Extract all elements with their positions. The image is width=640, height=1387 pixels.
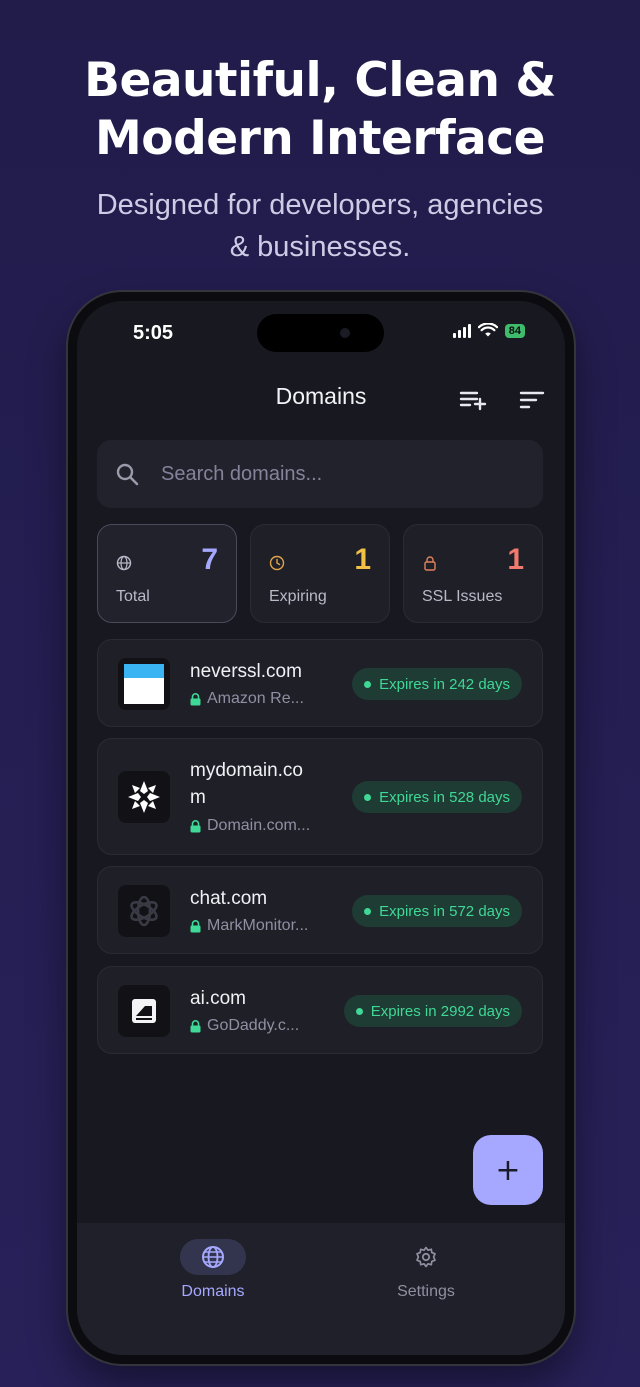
battery-indicator: 84	[504, 323, 525, 338]
hero-title: Beautiful, Clean & Modern Interface	[0, 52, 640, 168]
registrar-name: Domain.com...	[207, 817, 311, 834]
globe-icon	[202, 1246, 224, 1268]
tab-bar: Domains Settings	[77, 1223, 565, 1355]
search-input[interactable]	[161, 458, 521, 490]
plus-icon: +	[495, 1152, 521, 1188]
neverssl-logo-icon	[124, 664, 164, 704]
domain-card[interactable]: ai.com GoDaddy.c... Expires in 2992 days	[97, 966, 543, 1054]
ai-logo-icon	[132, 999, 156, 1023]
stat-card-expiring[interactable]: 1 Expiring	[250, 524, 390, 623]
wifi-icon	[477, 323, 498, 337]
domain-logo	[118, 771, 170, 823]
status-badge: Expires in 242 days	[352, 668, 522, 700]
openai-logo-icon	[130, 895, 158, 927]
status-badge-text: Expires in 242 days	[379, 675, 510, 693]
domain-registrar: MarkMonitor...	[190, 917, 308, 935]
lock-icon	[190, 1019, 201, 1032]
app-screen: 5:05 84 Domains Search domains... 7 Tota…	[77, 301, 565, 1355]
status-badge: Expires in 2992 days	[343, 995, 522, 1027]
stat-card-total[interactable]: 7 Total	[97, 524, 237, 623]
hero-title-line-1: Beautiful, Clean &	[84, 53, 556, 108]
lock-icon	[190, 919, 201, 932]
domain-card[interactable]: neverssl.com Amazon Re... Expires in 242…	[97, 639, 543, 727]
search-icon	[116, 463, 139, 486]
stat-label-ssl-issues: SSL Issues	[422, 588, 503, 605]
status-badge-text: Expires in 572 days	[379, 902, 510, 920]
hero-subtitle-line-2: & businesses.	[229, 231, 411, 263]
domain-name-line-2: m	[190, 787, 206, 808]
add-domain-button[interactable]: +	[473, 1135, 543, 1205]
registrar-name: Amazon Re...	[207, 690, 304, 707]
domain-registrar: Domain.com...	[190, 817, 310, 835]
clock-icon	[269, 555, 285, 571]
hero-subtitle: Designed for developers, agencies & busi…	[0, 184, 640, 268]
stat-value-expiring: 1	[354, 543, 371, 576]
registrar-name: MarkMonitor...	[207, 917, 309, 934]
stat-label-expiring: Expiring	[269, 588, 327, 605]
tab-label: Domains	[181, 1283, 245, 1300]
domain-registrar: GoDaddy.c...	[190, 1017, 299, 1035]
lock-icon	[424, 556, 436, 571]
registrar-name: GoDaddy.c...	[207, 1017, 300, 1034]
gear-icon	[416, 1246, 436, 1268]
domain-name: mydomain.co m	[190, 757, 303, 811]
stat-card-ssl-issues[interactable]: 1 SSL Issues	[403, 524, 543, 623]
domain-logo	[118, 658, 170, 710]
search-bar[interactable]	[97, 440, 543, 508]
domain-name: neverssl.com	[190, 661, 302, 682]
tab-label: Settings	[397, 1283, 455, 1300]
lock-icon	[190, 819, 201, 832]
status-badge-text: Expires in 2992 days	[370, 1002, 510, 1020]
status-badge: Expires in 572 days	[352, 895, 522, 927]
dynamic-island	[257, 314, 384, 352]
globe-icon	[116, 555, 132, 571]
domain-logo	[118, 985, 170, 1037]
add-list-icon[interactable]	[459, 389, 487, 411]
status-badge: Expires in 528 days	[352, 781, 522, 813]
hero-subtitle-line-1: Designed for developers, agencies	[96, 189, 544, 221]
page-title: Domains	[275, 383, 367, 409]
mydomain-logo-icon	[128, 781, 160, 813]
stat-value-total: 7	[201, 543, 218, 576]
sort-icon[interactable]	[519, 389, 545, 411]
phone-frame: 5:05 84 Domains Search domains... 7 Tota…	[68, 292, 574, 1364]
domain-logo	[118, 885, 170, 937]
status-badge-text: Expires in 528 days	[379, 788, 510, 806]
domain-registrar: Amazon Re...	[190, 690, 304, 708]
tab-settings[interactable]: Settings	[326, 1239, 526, 1301]
domain-name: chat.com	[190, 888, 268, 909]
stat-value-ssl-issues: 1	[507, 543, 524, 576]
stat-label-total: Total	[116, 588, 150, 605]
status-indicators: 84	[452, 323, 525, 338]
status-time: 5:05	[133, 322, 174, 344]
lock-icon	[190, 692, 201, 705]
domain-card[interactable]: mydomain.co m Domain.com... Expires in 5…	[97, 738, 543, 855]
signal-icon	[452, 323, 471, 338]
hero-title-line-2: Modern Interface	[95, 111, 545, 166]
tab-domains[interactable]: Domains	[113, 1239, 313, 1301]
domain-name: ai.com	[190, 988, 246, 1009]
domain-name-line-1: mydomain.co	[190, 760, 303, 781]
domain-card[interactable]: chat.com MarkMonitor... Expires in 572 d…	[97, 866, 543, 954]
